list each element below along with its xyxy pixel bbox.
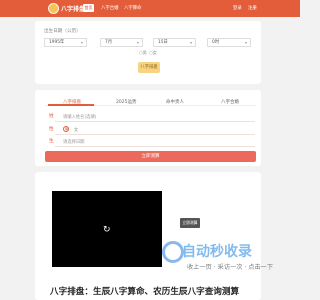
- day-value: 15日: [158, 40, 168, 45]
- watermark-logo-icon: [162, 241, 184, 263]
- birth-date-label: 出生日期（公历）: [44, 29, 81, 34]
- watermark-subtitle: 收上一页 · 采访一次 · 点击一下: [187, 264, 274, 271]
- side-calculate-button[interactable]: 立即测算: [180, 218, 200, 228]
- replay-icon[interactable]: ↻: [103, 225, 111, 235]
- caret-down-icon: ▾: [136, 40, 139, 45]
- watermark-title: 自动秒收录: [182, 244, 252, 260]
- gender-male-option[interactable]: ○男: [139, 50, 147, 56]
- name-row-label: 姓: [49, 114, 54, 119]
- year-select[interactable]: 1995年 ▾: [44, 38, 87, 47]
- gender-male-text: 男: [64, 127, 69, 133]
- month-value: 7月: [105, 40, 113, 45]
- tab-active-indicator: [48, 104, 94, 106]
- nav-item-hehun[interactable]: 八字合婚: [101, 5, 119, 11]
- site-brand[interactable]: 八字排盘: [61, 4, 85, 13]
- caret-down-icon: ▾: [244, 40, 247, 45]
- register-link[interactable]: 注册: [248, 5, 257, 11]
- name-input-underline: [55, 121, 255, 122]
- birth-input-underline: [55, 146, 255, 147]
- caret-down-icon: ▾: [80, 40, 83, 45]
- nav-item-suanming[interactable]: 八字算命: [124, 5, 142, 11]
- birth-row-label: 生: [49, 139, 54, 144]
- gender-row-label: 性: [49, 127, 54, 132]
- gender-underline: [55, 134, 255, 135]
- day-select[interactable]: 15日 ▾: [153, 38, 196, 47]
- year-value: 1995年: [49, 40, 65, 45]
- gender-male-label: 男: [142, 50, 147, 55]
- bazi-submit-button[interactable]: 八字排盘: [138, 62, 160, 73]
- name-input[interactable]: 请输入姓名(选填): [63, 114, 96, 120]
- month-select[interactable]: 7月 ▾: [100, 38, 143, 47]
- hour-value: 0时: [212, 40, 220, 45]
- birth-date-input[interactable]: 请选择日期: [63, 139, 84, 145]
- page-headline: 八字排盘：生辰八字算命、农历生辰八字查询测算: [50, 287, 240, 297]
- gender-female-label: 女: [152, 50, 157, 55]
- gender-female-text[interactable]: 女: [74, 127, 78, 133]
- hour-select[interactable]: 0时 ▾: [207, 38, 251, 47]
- caret-down-icon: ▾: [189, 40, 192, 45]
- gender-female-option[interactable]: ○女: [149, 50, 157, 56]
- calculate-button[interactable]: 立即测算: [45, 151, 256, 162]
- watermark: 自动秒收录 收上一页 · 采访一次 · 点击一下: [162, 237, 282, 277]
- login-link[interactable]: 登录: [233, 5, 242, 11]
- logo-icon[interactable]: [48, 3, 59, 14]
- site-select[interactable]: 首页: [83, 4, 94, 12]
